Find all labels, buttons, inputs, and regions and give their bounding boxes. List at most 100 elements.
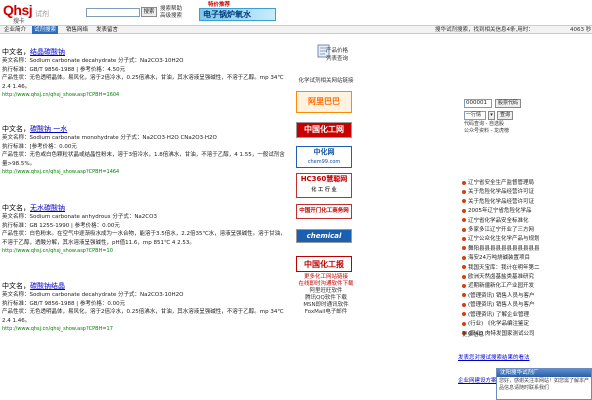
ad-china-chemical-news[interactable]: 中国化工报 — [296, 256, 352, 272]
nav-item-about[interactable]: 企业简介 — [2, 26, 28, 34]
bullet-icon — [462, 302, 466, 307]
bullet-icon — [462, 293, 466, 298]
query-button[interactable]: 查询 — [497, 111, 513, 120]
news-item[interactable]: 辽宁公众化生化学产品与规划 — [462, 235, 562, 244]
search-input[interactable] — [86, 8, 140, 17]
im-software-download[interactable]: 在线即时沟通软件下载 — [292, 281, 360, 288]
partner-links-column: 产品价格 列表查询 化学试剂相关网站链接 阿里巴巴 中国化工网 中化网 chem… — [292, 38, 360, 400]
bullet-icon — [462, 274, 466, 279]
nav-item-sales-network[interactable]: 销售网络 — [64, 26, 90, 34]
stock-code-button[interactable]: 股票代码 — [495, 99, 521, 108]
chat-popup[interactable]: 沈阳搜华试剂厂 您好，感谢关注本网站！如您需了解本产品信息请随时联系我们 — [496, 368, 592, 400]
result-description: 产品性状：无色或白色颗粒状晶或结晶性粉末，溶于3倍冷水，1.8倍沸水，甘油，不溶… — [2, 152, 285, 167]
right-sidebar: 000001 股票代码 一行情 ▾ 查询 代码查询 - 自选股 公众号资料 - … — [462, 38, 592, 400]
stock-link[interactable]: 公众号资料 - 龙虎榜 — [464, 128, 509, 135]
select-dropdown-icon[interactable]: ▾ — [488, 111, 495, 120]
news-item[interactable]: (管理资讯) 销售人员与客户 — [462, 292, 562, 301]
result-english: 英文名称：Sodium carbonate anhydrous 分子式：Na2C… — [2, 214, 157, 220]
site-tagline: 试剂 — [35, 10, 49, 18]
ad-alibaba[interactable]: 阿里巴巴 — [296, 91, 352, 113]
search-help-link[interactable]: 搜索帮助 — [160, 6, 182, 13]
result-description: 产品性状：白色粉末。在空气中逐渐吸水成为一水合物，能溶于3.5倍水，2.2倍35… — [2, 231, 286, 246]
news-item[interactable]: (行业) 《化学品编注鉴定 — [462, 320, 562, 329]
msn-link[interactable]: MSN即时通讯软件 — [292, 302, 360, 309]
stock-links: 代码查询 - 自选股 公众号资料 - 龙虎榜 — [464, 121, 509, 135]
bullet-icon — [462, 246, 466, 251]
ad-hc360-name: HC360慧聪网 — [300, 175, 348, 183]
stock-code-input[interactable]: 000001 — [464, 99, 492, 108]
news-item[interactable]: (管理资讯) 了解企业管理 — [462, 311, 562, 320]
nav-item-reagent-search[interactable]: 试剂搜索 — [32, 26, 59, 34]
news-item[interactable]: (管理资讯) 销售人员与客户 — [462, 301, 562, 310]
bullet-icon — [462, 189, 466, 194]
result-item: 中文名，无水碳酸钠 英文名称：Sodium carbonate anhydrou… — [2, 204, 288, 255]
foxmail-link[interactable]: FoxMail电子邮件 — [292, 309, 360, 316]
result-url[interactable]: http://www.qhsj.cn/qhsj_show.asp?CPBH=17 — [2, 325, 288, 333]
result-url[interactable]: http://www.qhsj.cn/qhsj_show.asp?CPBH=16… — [2, 91, 288, 99]
quote-select[interactable]: 一行情 — [464, 111, 486, 120]
result-name-link[interactable]: 碳酸钠结晶 — [30, 282, 65, 290]
news-text: 我国天宝库：我计在明年第二 — [468, 264, 540, 271]
more-chem-links[interactable]: 更多化工网站链接 — [292, 274, 360, 281]
search-time: 4063 秒 — [570, 27, 592, 33]
result-url[interactable]: http://www.qhsj.cn/qhsj_show.asp?CPBH=14… — [2, 168, 288, 176]
result-name-link[interactable]: 结晶碳酸钠 — [30, 48, 65, 56]
result-url[interactable]: http://www.qhsj.cn/qhsj_show.asp?CPBH=10 — [2, 247, 288, 255]
ad-hc360-caption: 化 工 行 业 — [311, 187, 337, 193]
news-text: 关于危险化学品经营许可证 — [468, 189, 535, 196]
more-info-link[interactable]: 更多信息 — [462, 330, 484, 338]
feedback-link[interactable]: 发表您对搜试搜索结果的看法 — [458, 353, 530, 361]
site-logo[interactable]: Qhsj 搜卡 — [3, 2, 33, 25]
qq-download-link[interactable]: 腾讯QQ软件下载 — [292, 295, 360, 302]
ad-chemnet[interactable]: 中国化工网 — [296, 122, 352, 138]
result-name-link[interactable]: 无水碳酸钠 — [30, 204, 65, 212]
news-item[interactable]: 近期新疆新化工产业园开发 — [462, 282, 562, 291]
bullet-icon — [462, 255, 466, 260]
news-item[interactable]: 多家多江辽宁开业了三方网 — [462, 226, 562, 235]
result-item: 中文名，碳酸钠结晶 英文名称：Sodium carbonate decahydr… — [2, 282, 288, 333]
result-english: 英文名称：Sodium carbonate decahydrate 分子式：Na… — [2, 58, 184, 64]
news-item[interactable]: 辽宁省化学品安全标准化 — [462, 217, 562, 226]
advanced-search-link[interactable]: 高级搜索 — [160, 13, 182, 20]
result-title-prefix: 中文名， — [2, 204, 30, 212]
search-help-links: 搜索帮助 高级搜索 — [160, 6, 182, 20]
aliwangwang-link[interactable]: 阿里旺旺软件 — [292, 288, 360, 295]
result-standard: 执行标准：GB/T 9856-1988 | 参考价格：0.00元 — [2, 300, 126, 307]
result-item: 中文名，结晶碳酸钠 英文名称：Sodium carbonate decahydr… — [2, 48, 288, 99]
bullet-icon — [462, 265, 466, 270]
promo-banner[interactable]: 电子锅炉氧水 — [199, 8, 276, 21]
site-header: Qhsj 搜卡 试剂 搜索 搜索帮助 高级搜索 特价推荐 电子锅炉氧水 — [0, 0, 592, 25]
news-item[interactable]: 我国天宝库：我计在明年第二 — [462, 264, 562, 273]
news-item[interactable]: 欧洲天然卤基盐类基准研究 — [462, 273, 562, 282]
results-list: 中文名，结晶碳酸钠 英文名称：Sodium carbonate decahydr… — [0, 38, 290, 400]
ad-chem99-caption: chem99.com — [307, 159, 341, 165]
result-description: 产品性状：无色透明晶体，易风化，溶于2倍冷水，0.25倍沸水，甘油，其水溶液呈强… — [2, 309, 284, 324]
ad-chem99[interactable]: 中化网 chem99.com — [296, 146, 352, 168]
news-item[interactable]: 舞阳县县县县县县县县县县县 — [462, 245, 562, 254]
price-list-label[interactable]: 产品价格 — [312, 46, 360, 54]
ad-chem99-name: 中化网 — [313, 148, 335, 156]
list-query-label[interactable]: 列表查询 — [312, 54, 360, 62]
result-name-link[interactable]: 碳酸钠 一水 — [30, 125, 67, 133]
search-button[interactable]: 搜索 — [141, 7, 157, 17]
news-item[interactable]: 关于危险化学品经营许可证 — [462, 188, 562, 197]
news-item[interactable]: 海安24万吨烧碱装置项目 — [462, 254, 562, 263]
bullet-icon — [462, 199, 466, 204]
ad-chemical[interactable]: chemical — [296, 229, 352, 243]
news-item[interactable]: 2005年辽宁省危险化学品 — [462, 207, 562, 216]
result-title: 中文名，无水碳酸钠 — [2, 204, 288, 213]
news-item[interactable]: 关于危险化学品经营许可证 — [462, 198, 562, 207]
news-list: 辽宁省安全生产监督管理局 关于危险化学品经营许可证 关于危险化学品经营许可证 2… — [462, 179, 562, 339]
bullet-icon — [462, 312, 466, 317]
nav-item-guestbook[interactable]: 发表留言 — [94, 26, 120, 34]
result-title: 中文名，碳酸钠结晶 — [2, 282, 288, 291]
news-item[interactable]: 辽宁省安全生产监督管理局 — [462, 179, 562, 188]
bullet-icon — [462, 321, 466, 326]
ad-hc360[interactable]: HC360慧聪网 化 工 行 业 — [296, 173, 352, 198]
ad-chemsino[interactable]: 中国开门化工商务网 — [296, 204, 352, 219]
result-title: 中文名，结晶碳酸钠 — [2, 48, 288, 57]
news-text: 海安24万吨烧碱装置项目 — [468, 255, 530, 262]
stock-link[interactable]: 代码查询 - 自选股 — [464, 121, 509, 128]
result-english: 英文名称：Sodium carbonate monohydrate 分子式：Na… — [2, 135, 217, 141]
site-build-link[interactable]: 企业网建设方案 — [458, 376, 497, 384]
